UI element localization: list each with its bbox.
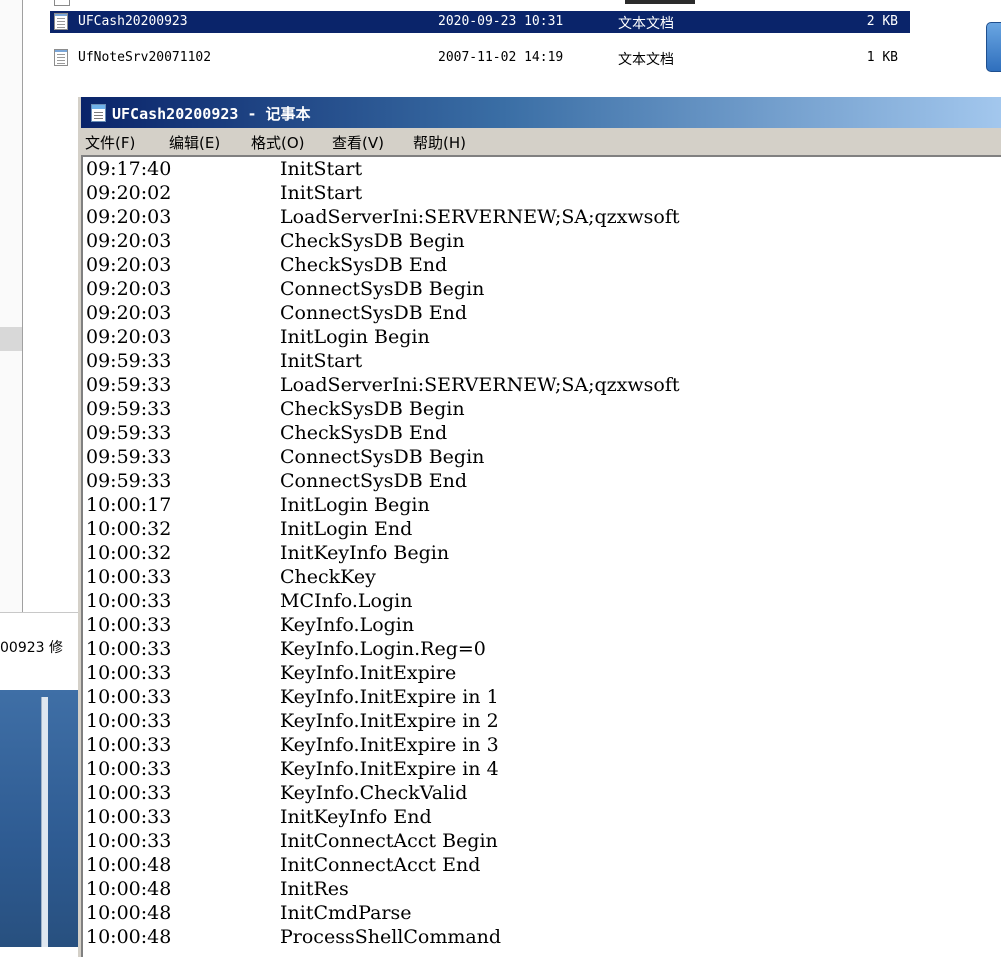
log-message: InitKeyInfo Begin bbox=[280, 542, 450, 564]
log-message: KeyInfo.Login bbox=[280, 614, 415, 636]
file-modified-date: 2020-09-23 10:31 bbox=[438, 14, 564, 29]
details-pane-text: 00923 修 bbox=[0, 640, 63, 656]
log-message: KeyInfo.InitExpire in 2 bbox=[280, 710, 499, 732]
log-message: ConnectSysDB Begin bbox=[280, 278, 485, 300]
notepad-window: UFCash20200923 - 记事本 文件(F) 编辑(E) 格式(O) 查… bbox=[78, 97, 1001, 957]
text-editor-area[interactable]: 09:17:40 InitStart 09:20:02 InitStart 09:20:… bbox=[81, 155, 1001, 957]
log-timestamp: 10:00:48 bbox=[86, 926, 172, 948]
log-message: LoadServerIni:SERVERNEW;SA;qzxwsoft bbox=[280, 374, 680, 396]
log-timestamp: 10:00:48 bbox=[86, 878, 172, 900]
menu-bar: 文件(F) 编辑(E) 格式(O) 查看(V) 帮助(H) bbox=[81, 128, 1001, 156]
log-timestamp: 10:00:33 bbox=[86, 638, 172, 660]
log-timestamp: 09:20:03 bbox=[86, 206, 172, 228]
log-message: CheckSysDB Begin bbox=[280, 398, 465, 420]
log-timestamp: 09:59:33 bbox=[86, 422, 172, 444]
log-message: InitLogin Begin bbox=[280, 494, 430, 516]
log-timestamp: 10:00:32 bbox=[86, 518, 172, 540]
log-timestamp: 10:00:33 bbox=[86, 758, 172, 780]
log-message: InitStart bbox=[280, 350, 363, 372]
navigation-pane-selected-item[interactable] bbox=[0, 327, 22, 351]
log-message: CheckSysDB End bbox=[280, 254, 448, 276]
log-message: KeyInfo.CheckValid bbox=[280, 782, 468, 804]
title-bar[interactable]: UFCash20200923 - 记事本 bbox=[81, 97, 1001, 128]
menu-file[interactable]: 文件(F) bbox=[85, 132, 135, 153]
log-message: KeyInfo.InitExpire in 1 bbox=[280, 686, 499, 708]
file-size: 2 KB bbox=[866, 14, 898, 29]
menu-format[interactable]: 格式(O) bbox=[251, 132, 305, 153]
file-type: 文本文档 bbox=[618, 16, 674, 32]
log-timestamp: 10:00:33 bbox=[86, 806, 172, 828]
log-message: ConnectSysDB End bbox=[280, 470, 467, 492]
log-timestamp: 09:59:33 bbox=[86, 374, 172, 396]
log-timestamp: 10:00:33 bbox=[86, 590, 172, 612]
log-timestamp: 10:00:48 bbox=[86, 854, 172, 876]
log-message: ProcessShellCommand bbox=[280, 926, 502, 948]
log-message: ConnectSysDB Begin bbox=[280, 446, 485, 468]
log-message: InitLogin Begin bbox=[280, 326, 430, 348]
log-message: InitCmdParse bbox=[280, 902, 412, 924]
log-message: LoadServerIni:SERVERNEW;SA;qzxwsoft bbox=[280, 206, 680, 228]
log-timestamp: 09:20:03 bbox=[86, 254, 172, 276]
log-timestamp: 09:59:33 bbox=[86, 470, 172, 492]
log-timestamp: 09:20:03 bbox=[86, 230, 172, 252]
log-message: MCInfo.Login bbox=[280, 590, 413, 612]
log-timestamp: 10:00:33 bbox=[86, 686, 172, 708]
details-pane: 00923 修 bbox=[0, 612, 82, 692]
log-timestamp: 09:59:33 bbox=[86, 398, 172, 420]
notepad-icon[interactable] bbox=[91, 104, 106, 122]
log-timestamp: 10:00:33 bbox=[86, 830, 172, 852]
log-message: CheckSysDB Begin bbox=[280, 230, 465, 252]
log-timestamp: 09:20:03 bbox=[86, 302, 172, 324]
log-message: InitKeyInfo End bbox=[280, 806, 432, 828]
log-message: KeyInfo.InitExpire in 3 bbox=[280, 734, 499, 756]
log-message: ConnectSysDB End bbox=[280, 302, 467, 324]
file-type: 文本文档 bbox=[618, 52, 674, 68]
file-modified-date: 2007-11-02 14:19 bbox=[438, 50, 564, 65]
file-name: UfNoteSrv20071102 bbox=[78, 50, 212, 65]
text-file-icon bbox=[54, 13, 68, 30]
log-message: InitStart bbox=[280, 182, 363, 204]
log-message: InitConnectAcct End bbox=[280, 854, 481, 876]
text-file-icon bbox=[54, 49, 68, 66]
side-gadget[interactable] bbox=[986, 22, 1001, 72]
log-timestamp: 10:00:32 bbox=[86, 542, 172, 564]
log-timestamp: 09:59:33 bbox=[86, 350, 172, 372]
log-message: KeyInfo.Login.Reg=0 bbox=[280, 638, 486, 660]
log-message: KeyInfo.InitExpire bbox=[280, 662, 457, 684]
file-row-partial[interactable] bbox=[50, 0, 950, 6]
log-timestamp: 09:20:03 bbox=[86, 278, 172, 300]
desktop-divider bbox=[41, 697, 48, 947]
log-timestamp: 09:20:02 bbox=[86, 182, 172, 204]
file-size: 1 KB bbox=[866, 50, 898, 65]
log-timestamp: 10:00:33 bbox=[86, 710, 172, 732]
text-file-icon bbox=[54, 0, 70, 6]
log-message: InitLogin End bbox=[280, 518, 413, 540]
menu-edit[interactable]: 编辑(E) bbox=[169, 132, 220, 153]
log-message: CheckSysDB End bbox=[280, 422, 448, 444]
log-message: KeyInfo.InitExpire in 4 bbox=[280, 758, 499, 780]
log-message: InitConnectAcct Begin bbox=[280, 830, 498, 852]
file-row[interactable]: UFCash20200923 2020-09-23 10:31 文本文档 2 KB bbox=[50, 11, 910, 33]
file-row[interactable]: UfNoteSrv20071102 2007-11-02 14:19 文本文档 1 K… bbox=[50, 47, 910, 69]
log-timestamp: 09:59:33 bbox=[86, 446, 172, 468]
menu-help[interactable]: 帮助(H) bbox=[413, 132, 466, 153]
window-title: UFCash20200923 - 记事本 bbox=[112, 105, 311, 123]
log-timestamp: 10:00:48 bbox=[86, 902, 172, 924]
log-timestamp: 10:00:33 bbox=[86, 734, 172, 756]
menu-view[interactable]: 查看(V) bbox=[332, 132, 384, 153]
log-message: InitRes bbox=[280, 878, 349, 900]
log-timestamp: 09:17:40 bbox=[86, 158, 172, 180]
log-timestamp: 10:00:33 bbox=[86, 782, 172, 804]
log-timestamp: 10:00:33 bbox=[86, 662, 172, 684]
log-timestamp: 10:00:33 bbox=[86, 566, 172, 588]
log-message: InitStart bbox=[280, 158, 363, 180]
log-message: CheckKey bbox=[280, 566, 376, 588]
log-timestamp: 10:00:33 bbox=[86, 614, 172, 636]
file-type-partial bbox=[625, 0, 695, 4]
file-name: UFCash20200923 bbox=[78, 14, 188, 29]
log-timestamp: 09:20:03 bbox=[86, 326, 172, 348]
log-timestamp: 10:00:17 bbox=[86, 494, 172, 516]
